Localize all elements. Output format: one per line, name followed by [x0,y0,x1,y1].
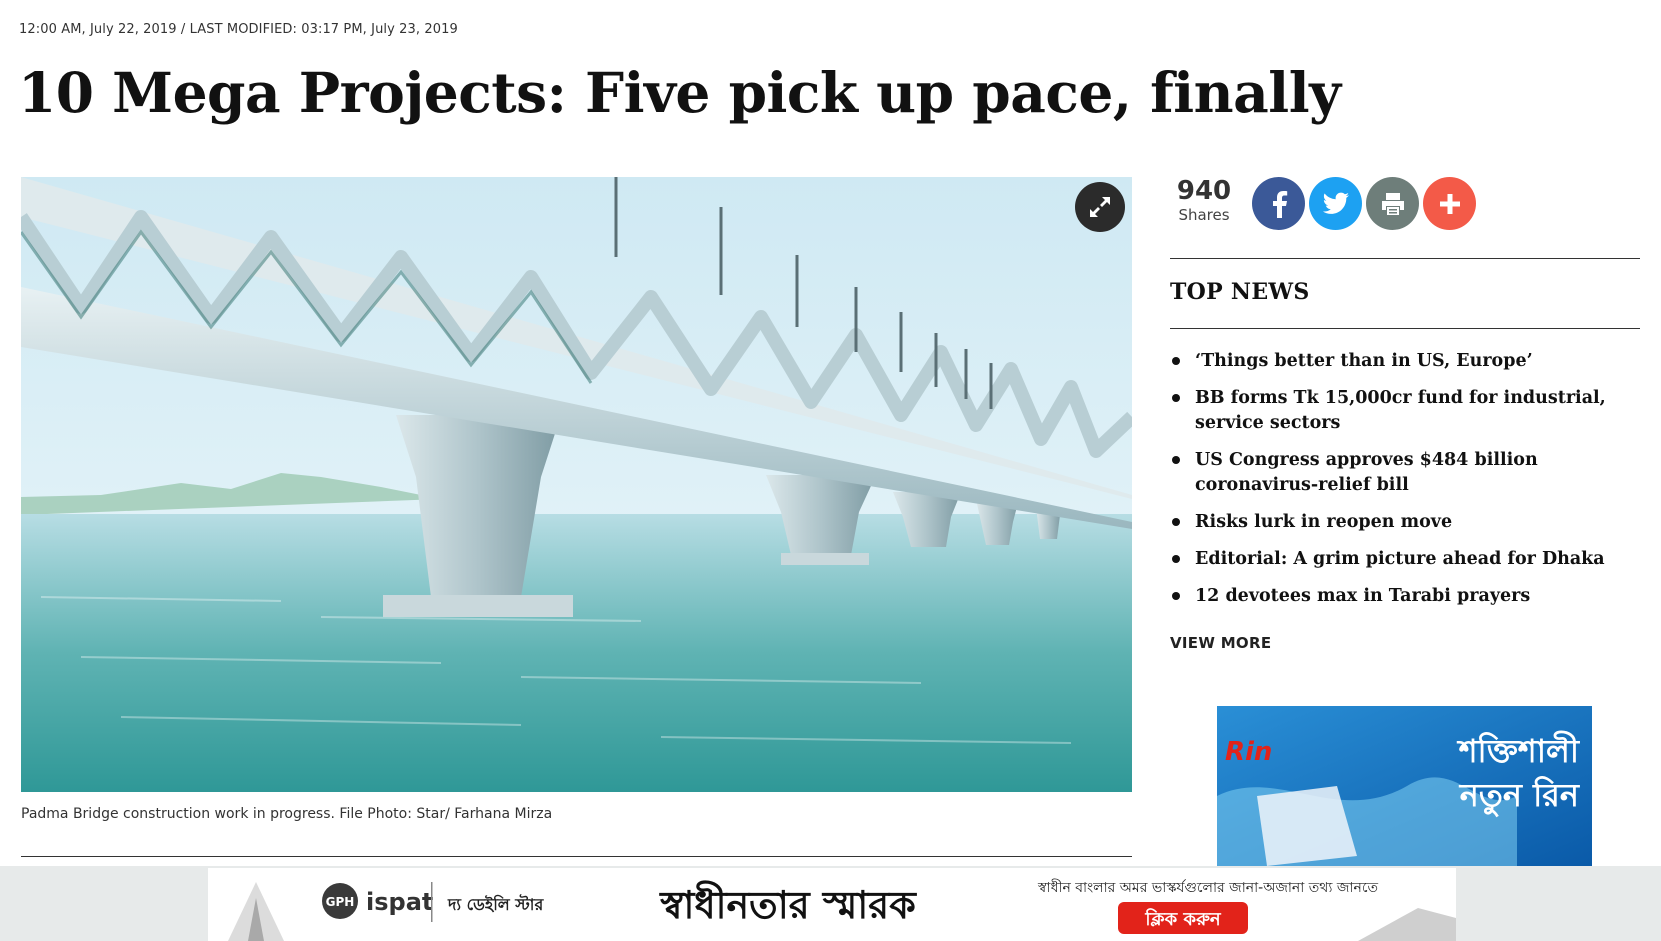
list-item: US Congress approves $484 billion corona… [1170,448,1640,498]
share-count: 940 Shares [1170,176,1238,224]
top-news-heading: TOP NEWS [1170,279,1310,305]
print-button[interactable] [1366,177,1419,230]
news-link[interactable]: US Congress approves $484 billion corona… [1195,450,1538,495]
news-link[interactable]: BB forms Tk 15,000cr fund for industrial… [1195,388,1606,433]
list-item: 12 devotees max in Tarabi prayers [1170,584,1640,609]
side-advertisement[interactable]: Rin শক্তিশালী নতুন রিন [1217,706,1592,866]
view-more-link[interactable]: VIEW MORE [1170,634,1271,652]
list-item: ‘Things better than in US, Europe’ [1170,349,1640,374]
divider [21,856,1132,857]
list-item: Risks lurk in reopen move [1170,510,1640,535]
bottom-banner-advertisement[interactable]: GPH ispat দ্য ডেইলি স্টার স্বাধীনতার স্ম… [208,868,1456,941]
bullet-icon [1172,555,1180,563]
news-link[interactable]: Editorial: A grim picture ahead for Dhak… [1195,549,1605,569]
list-item: BB forms Tk 15,000cr fund for industrial… [1170,386,1640,436]
bullet-icon [1172,394,1180,402]
banner-cta-label: ক্লিক করুন [1144,908,1222,930]
article-dateline: 12:00 AM, July 22, 2019 / LAST MODIFIED:… [19,22,458,37]
print-icon [1381,192,1404,215]
facebook-share-button[interactable] [1252,177,1305,230]
article-headline: 10 Mega Projects: Five pick up pace, fin… [18,60,1341,125]
banner-tagline: স্বাধীন বাংলার অমর ভাস্কর্যগুলোর জানা-অজ… [1037,879,1378,896]
bullet-icon [1172,592,1180,600]
lead-photo [21,177,1132,792]
sponsor-ispat: ispat [366,888,433,916]
share-count-number: 940 [1176,176,1232,206]
bullet-icon [1172,518,1180,526]
news-link[interactable]: 12 devotees max in Tarabi prayers [1195,586,1530,606]
ad-line-2: নতুন রিন [1459,775,1581,817]
news-link[interactable]: ‘Things better than in US, Europe’ [1195,351,1533,371]
twitter-icon [1322,192,1349,214]
facebook-icon [1272,190,1287,218]
more-share-button[interactable] [1423,177,1476,230]
top-news-list: ‘Things better than in US, Europe’ BB fo… [1170,349,1640,621]
list-item: Editorial: A grim picture ahead for Dhak… [1170,547,1640,572]
ad-brand-text: Rin [1225,737,1272,767]
sponsor-daily-star: দ্য ডেইলি স্টার [447,894,544,914]
divider [1170,258,1640,259]
ad-line-1: শক্তিশালী [1457,730,1581,770]
sponsor-gph: GPH [326,895,355,909]
twitter-share-button[interactable] [1309,177,1362,230]
photo-caption: Padma Bridge construction work in progre… [21,806,553,822]
banner-title: স্বাধীনতার স্মারক [658,880,917,927]
plus-icon [1439,193,1460,214]
expand-icon [1090,197,1110,217]
news-link[interactable]: Risks lurk in reopen move [1195,512,1452,532]
bullet-icon [1172,456,1180,464]
bullet-icon [1172,357,1180,365]
share-count-label: Shares [1178,206,1230,224]
expand-image-button[interactable] [1075,182,1125,232]
divider [1170,328,1640,329]
